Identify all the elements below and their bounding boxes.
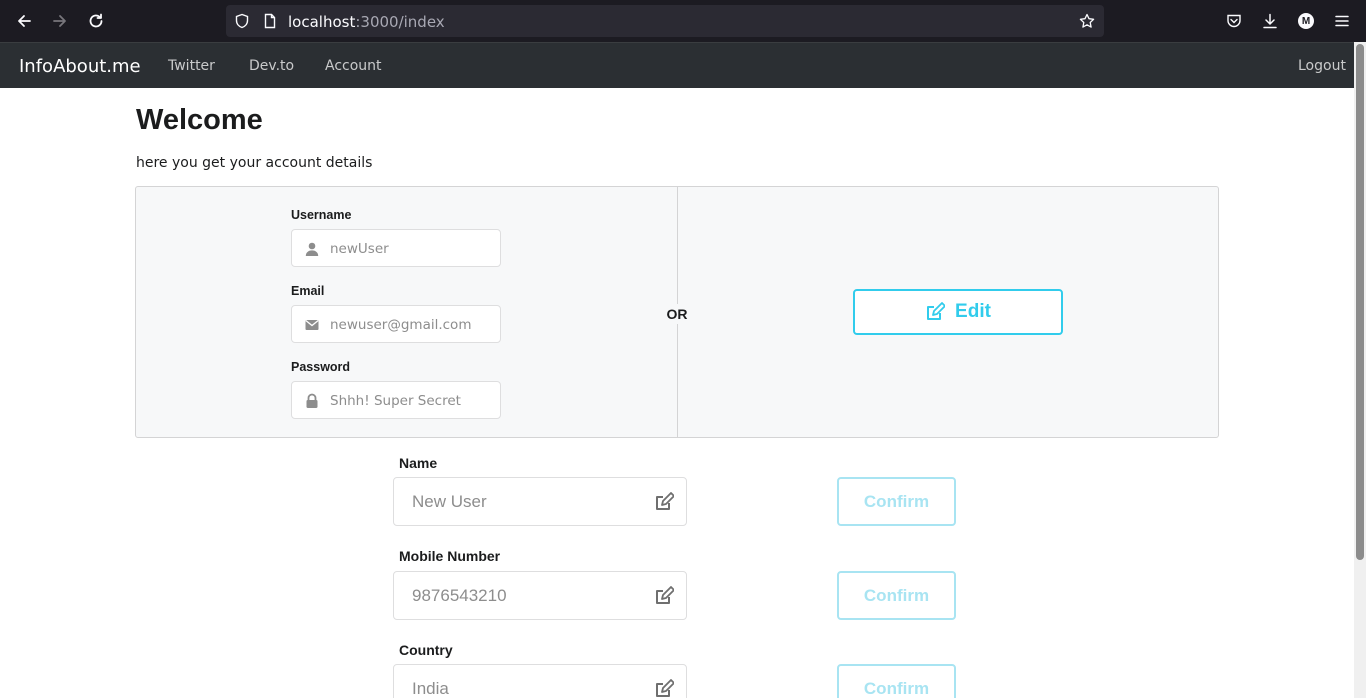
url-text: localhost:3000/index bbox=[288, 13, 445, 31]
scrollbar-thumb[interactable] bbox=[1356, 44, 1364, 560]
envelope-icon bbox=[305, 319, 319, 330]
reload-button[interactable] bbox=[86, 11, 106, 31]
reload-icon bbox=[89, 13, 103, 28]
hamburger-menu-icon bbox=[1335, 15, 1349, 27]
edit-button-label: Edit bbox=[955, 301, 991, 322]
country-label: Country bbox=[399, 642, 453, 658]
star-icon[interactable] bbox=[1079, 13, 1095, 29]
browser-toolbar: localhost:3000/index M bbox=[0, 0, 1366, 42]
mobile-label: Mobile Number bbox=[399, 548, 501, 564]
password-field[interactable]: Shhh! Super Secret bbox=[291, 381, 501, 419]
nav-link-account[interactable]: Account bbox=[325, 58, 382, 74]
shield-icon[interactable] bbox=[234, 13, 250, 29]
avatar: M bbox=[1298, 13, 1314, 29]
url-host: localhost bbox=[288, 13, 356, 31]
arrow-right-icon bbox=[53, 15, 66, 27]
account-button[interactable]: M bbox=[1296, 11, 1316, 31]
username-label: Username bbox=[291, 208, 352, 222]
page-title: Welcome bbox=[136, 104, 263, 136]
downloads-button[interactable] bbox=[1260, 11, 1280, 31]
url-bar[interactable]: localhost:3000/index bbox=[226, 5, 1104, 37]
confirm-mobile-button[interactable]: Confirm bbox=[837, 571, 956, 620]
edit-icon[interactable] bbox=[654, 492, 674, 512]
brand-logo[interactable]: InfoAbout.me bbox=[19, 56, 141, 77]
name-field[interactable]: New User bbox=[393, 477, 687, 526]
email-placeholder: newuser@gmail.com bbox=[330, 317, 472, 333]
email-field[interactable]: newuser@gmail.com bbox=[291, 305, 501, 343]
or-divider-label: OR bbox=[664, 304, 690, 324]
pocket-icon bbox=[1227, 14, 1241, 28]
username-placeholder: newUser bbox=[330, 241, 389, 257]
edit-icon bbox=[927, 302, 946, 320]
arrow-left-icon bbox=[18, 15, 31, 27]
pocket-button[interactable] bbox=[1224, 11, 1244, 31]
lock-icon bbox=[306, 393, 318, 408]
edit-icon[interactable] bbox=[654, 586, 674, 606]
edit-icon[interactable] bbox=[654, 679, 674, 698]
nav-link-twitter[interactable]: Twitter bbox=[168, 58, 215, 74]
confirm-country-button[interactable]: Confirm bbox=[837, 664, 956, 698]
page-icon[interactable] bbox=[262, 13, 278, 29]
logout-link[interactable]: Logout bbox=[1298, 58, 1346, 74]
email-label: Email bbox=[291, 284, 325, 298]
menu-button[interactable] bbox=[1332, 11, 1352, 31]
edit-button[interactable]: Edit bbox=[853, 289, 1063, 335]
nav-link-devto[interactable]: Dev.to bbox=[249, 58, 294, 74]
mobile-field[interactable]: 9876543210 bbox=[393, 571, 687, 620]
url-path: :3000/index bbox=[355, 13, 445, 31]
username-field[interactable]: newUser bbox=[291, 229, 501, 267]
password-placeholder: Shhh! Super Secret bbox=[330, 393, 461, 409]
download-icon bbox=[1263, 13, 1277, 29]
password-label: Password bbox=[291, 360, 351, 374]
forward-button[interactable] bbox=[50, 11, 70, 31]
user-icon bbox=[305, 242, 319, 256]
name-value: New User bbox=[412, 492, 487, 511]
app-navbar: InfoAbout.me Twitter Dev.to Account Logo… bbox=[0, 42, 1366, 88]
country-value: India bbox=[412, 679, 449, 698]
mobile-value: 9876543210 bbox=[412, 586, 507, 605]
page-subtitle: here you get your account details bbox=[136, 155, 373, 171]
back-button[interactable] bbox=[14, 11, 34, 31]
country-field[interactable]: India bbox=[393, 664, 687, 698]
name-label: Name bbox=[399, 455, 438, 471]
confirm-name-button[interactable]: Confirm bbox=[837, 477, 956, 526]
